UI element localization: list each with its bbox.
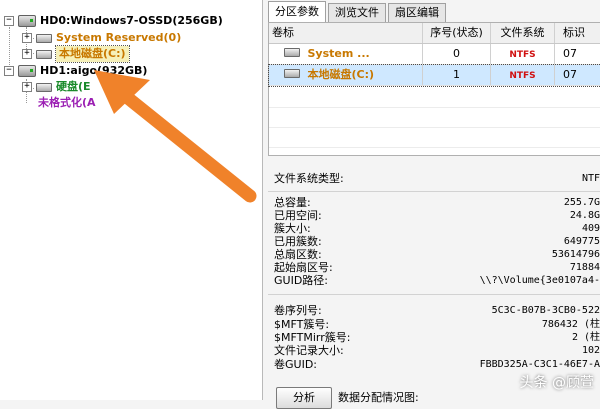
prop-fs-type: 文件系统类型: NTF xyxy=(274,172,600,186)
prop-row: $MFTMirr簇号: 2 (柱 xyxy=(274,331,600,345)
prop-row: 起始扇区号: 71884 xyxy=(274,261,600,275)
prop-value: 5C3C-B07B-3CB0-522 xyxy=(491,305,600,316)
prop-label: $MFTMirr簇号: xyxy=(274,331,351,344)
row-flag: 07 xyxy=(563,47,577,60)
prop-value: 71884 xyxy=(569,262,600,273)
prop-row: 已用簇数: 649775 xyxy=(274,235,600,249)
prop-row: 卷序列号: 5C3C-B07B-3CB0-522 xyxy=(274,304,600,318)
prop-value: 24.8G xyxy=(569,210,600,221)
partition-table: 卷标 序号(状态) 文件系统 标识 System ... 0 NTFS 07 本… xyxy=(268,22,600,156)
partition-panel: 分区参数 浏览文件 扇区编辑 卷标 序号(状态) 文件系统 标识 System … xyxy=(268,0,600,409)
tree-node-local-disk-c[interactable]: + 本地磁盘(C:) xyxy=(22,45,130,63)
empty-row-line xyxy=(269,127,600,128)
prop-value: 255.7G xyxy=(563,197,600,208)
empty-row-line xyxy=(269,147,600,148)
row-index: 0 xyxy=(423,44,491,64)
empty-row-line xyxy=(269,107,600,108)
prop-label: 已用空间: xyxy=(274,209,322,222)
row-filesystem-text: NTFS xyxy=(509,50,536,60)
volume-icon xyxy=(36,33,52,43)
row-filesystem: NTFS xyxy=(491,44,555,64)
watermark: 头条 @顾萱 xyxy=(519,375,594,391)
prop-label: GUID路径: xyxy=(274,274,328,287)
prop-label: 总扇区数: xyxy=(274,248,322,261)
column-header-filesystem[interactable]: 文件系统 xyxy=(491,23,555,43)
tree-node-system-reserved[interactable]: + System Reserved(0) xyxy=(22,30,181,46)
volume-icon xyxy=(284,69,300,78)
row-volume-label: System ... xyxy=(269,44,423,64)
volume-icon xyxy=(36,82,52,92)
prop-label: 文件系统类型: xyxy=(274,172,344,185)
tree-node-label: HD1:aigo(932GB) xyxy=(40,64,148,77)
prop-value: 53614796 xyxy=(551,249,600,260)
prop-label: 簇大小: xyxy=(274,222,311,235)
row-filesystem-text: NTFS xyxy=(509,71,536,81)
prop-label: 卷GUID: xyxy=(274,358,317,371)
table-row[interactable]: 本地磁盘(C:) 1 NTFS 07 xyxy=(268,64,600,87)
prop-value: 102 xyxy=(581,345,600,356)
prop-value: FBBD325A-C3C1-46E7-A xyxy=(479,359,600,370)
row-label-text: System ... xyxy=(307,47,370,60)
row-label-text: 本地磁盘(C:) xyxy=(307,68,375,81)
tree-node-label: HD0:Windows7-OSSD(256GB) xyxy=(40,14,223,27)
prop-value: \\?\Volume{3e0107a4- xyxy=(479,275,600,286)
expand-toggle[interactable]: + xyxy=(22,49,32,59)
prop-value: 409 xyxy=(581,223,600,234)
volume-icon xyxy=(36,49,52,59)
tree-node-label: System Reserved(0) xyxy=(56,31,182,44)
tab-browse-files[interactable]: 浏览文件 xyxy=(328,3,386,22)
tab-sector-edit[interactable]: 扇区编辑 xyxy=(388,3,446,22)
row-filesystem: NTFS xyxy=(491,65,555,85)
prop-row: GUID路径: \\?\Volume{3e0107a4- xyxy=(274,274,600,288)
collapse-toggle[interactable]: − xyxy=(4,66,14,76)
prop-row: 卷GUID: FBBD325A-C3C1-46E7-A xyxy=(274,358,600,372)
disk-tree: − HD0:Windows7-OSSD(256GB) + System Rese… xyxy=(0,0,263,400)
table-row[interactable]: System ... 0 NTFS 07 xyxy=(269,44,600,65)
tab-bar: 分区参数 浏览文件 扇区编辑 xyxy=(268,0,448,22)
prop-label: 总容量: xyxy=(274,196,311,209)
expand-toggle[interactable]: + xyxy=(22,33,32,43)
hard-disk-icon xyxy=(18,65,36,77)
prop-row: 簇大小: 409 xyxy=(274,222,600,236)
analyze-button[interactable]: 分析 xyxy=(276,387,332,409)
allocation-map-label: 数据分配情况图: xyxy=(338,391,419,404)
tree-node-label: 硬盘(E xyxy=(56,80,91,93)
collapse-toggle[interactable]: − xyxy=(4,16,14,26)
prop-value: NTF xyxy=(581,173,600,184)
prop-row: 总扇区数: 53614796 xyxy=(274,248,600,262)
prop-label: 文件记录大小: xyxy=(274,344,344,357)
row-index: 1 xyxy=(423,65,491,85)
prop-label: $MFT簇号: xyxy=(274,318,330,331)
divider xyxy=(268,191,600,192)
prop-row: 文件记录大小: 102 xyxy=(274,344,600,358)
volume-icon xyxy=(284,48,300,57)
column-header-index[interactable]: 序号(状态) xyxy=(423,23,491,43)
tab-partition-params[interactable]: 分区参数 xyxy=(268,1,326,22)
expand-toggle[interactable]: + xyxy=(22,82,32,92)
tree-node-label: 未格式化(A xyxy=(38,96,96,109)
partition-properties: 文件系统类型: NTF 总容量: 255.7G 已用空间: 24.8G 簇大小:… xyxy=(268,166,600,400)
row-volume-label: 本地磁盘(C:) xyxy=(269,65,423,85)
prop-value: 786432 (柱 xyxy=(541,319,600,330)
prop-row: 总容量: 255.7G xyxy=(274,196,600,210)
prop-label: 卷序列号: xyxy=(274,304,322,317)
tree-node-label: 本地磁盘(C:) xyxy=(55,45,130,63)
prop-row: $MFT簇号: 786432 (柱 xyxy=(274,318,600,332)
tree-node-hd1[interactable]: − HD1:aigo(932GB) xyxy=(4,63,147,79)
table-header: 卷标 序号(状态) 文件系统 标识 xyxy=(269,23,600,44)
tree-node-disk-e[interactable]: + 硬盘(E xyxy=(22,79,91,95)
tree-node-unformatted[interactable]: 未格式化(A xyxy=(38,95,96,111)
prop-value: 2 (柱 xyxy=(571,332,600,343)
prop-row: 已用空间: 24.8G xyxy=(274,209,600,223)
divider xyxy=(268,294,600,295)
column-header-label[interactable]: 卷标 xyxy=(269,23,423,43)
column-header-flag[interactable]: 标识 xyxy=(555,23,600,43)
prop-value: 649775 xyxy=(563,236,600,247)
tree-node-hd0[interactable]: − HD0:Windows7-OSSD(256GB) xyxy=(4,13,223,29)
hard-disk-icon xyxy=(18,15,36,27)
row-flag: 07 xyxy=(563,68,577,81)
prop-label: 起始扇区号: xyxy=(274,261,333,274)
prop-label: 已用簇数: xyxy=(274,235,322,248)
